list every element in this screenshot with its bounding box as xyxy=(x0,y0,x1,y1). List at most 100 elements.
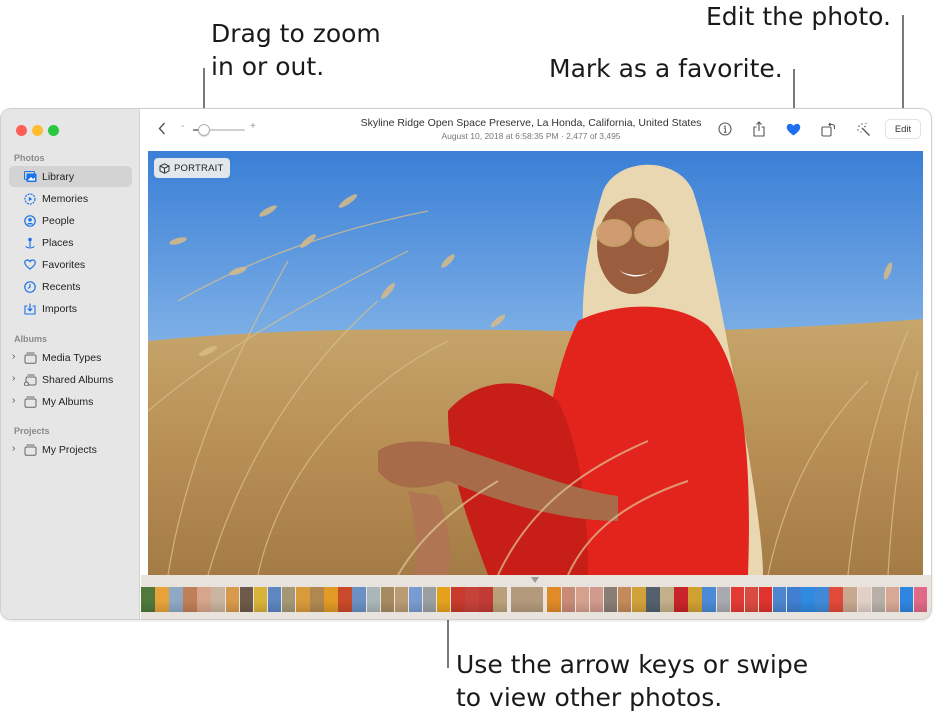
minimize-button[interactable] xyxy=(32,125,43,136)
filmstrip-thumbnail[interactable] xyxy=(815,587,829,612)
filmstrip-thumbnail[interactable] xyxy=(296,587,310,612)
filmstrip-thumbnail[interactable] xyxy=(617,587,632,612)
sidebar-item-media-types[interactable]: › Media Types xyxy=(9,347,132,368)
callout-navigate-line-1: Use the arrow keys or swipe xyxy=(456,650,809,679)
filmstrip-thumbnail[interactable] xyxy=(408,587,423,612)
filmstrip-thumbnail[interactable] xyxy=(730,587,745,612)
rotate-icon xyxy=(820,122,835,137)
filmstrip-thumbnail[interactable] xyxy=(465,587,479,612)
filmstrip-thumbnail[interactable] xyxy=(493,587,507,612)
sidebar-item-label: Media Types xyxy=(42,351,102,364)
sidebar-section-projects: Projects xyxy=(14,426,50,436)
filmstrip-thumbnail[interactable] xyxy=(829,587,843,612)
sidebar-item-shared-albums[interactable]: › Shared Albums xyxy=(9,369,132,390)
auto-enhance-button[interactable] xyxy=(854,120,872,138)
fullscreen-button[interactable] xyxy=(48,125,59,136)
filmstrip-thumbnail[interactable] xyxy=(225,587,240,612)
chevron-right-icon[interactable]: › xyxy=(12,373,15,384)
sidebar-section-photos: Photos xyxy=(14,153,45,163)
filmstrip-thumbnail[interactable] xyxy=(857,587,871,612)
filmstrip-thumbnail[interactable] xyxy=(183,587,197,612)
filmstrip-thumbnail[interactable] xyxy=(338,587,352,612)
filmstrip-thumbnail[interactable] xyxy=(310,587,324,612)
close-button[interactable] xyxy=(16,125,27,136)
rotate-button[interactable] xyxy=(819,120,837,138)
filmstrip-thumbnail[interactable] xyxy=(422,587,437,612)
filmstrip-thumbnail[interactable] xyxy=(913,587,928,612)
filmstrip-thumbnail[interactable] xyxy=(281,587,296,612)
filmstrip-thumbnail[interactable] xyxy=(141,587,155,612)
filmstrip-thumbnail[interactable] xyxy=(436,587,451,612)
photo-date-count: August 10, 2018 at 6:58:35 PM · 2,477 of… xyxy=(441,131,621,141)
sidebar-item-my-albums[interactable]: › My Albums xyxy=(9,391,132,412)
filmstrip-thumbnail[interactable] xyxy=(688,587,702,612)
callout-edit: Edit the photo. xyxy=(706,2,891,31)
filmstrip-thumbnail[interactable] xyxy=(547,587,561,612)
chevron-right-icon[interactable]: › xyxy=(12,443,15,454)
filmstrip-thumbnail-current[interactable] xyxy=(511,587,544,612)
magic-wand-icon xyxy=(856,122,870,136)
share-icon xyxy=(753,121,765,137)
edit-button[interactable]: Edit xyxy=(885,119,921,139)
people-icon xyxy=(23,214,37,228)
filmstrip-thumbnail[interactable] xyxy=(211,587,225,612)
filmstrip-thumbnail[interactable] xyxy=(239,587,254,612)
filmstrip-thumbnail[interactable] xyxy=(899,587,914,612)
zoom-out-icon[interactable]: - xyxy=(181,121,184,132)
filmstrip-thumbnail[interactable] xyxy=(744,587,759,612)
callout-edit-leader xyxy=(902,15,904,121)
sidebar-item-favorites[interactable]: Favorites xyxy=(9,254,132,275)
back-button[interactable] xyxy=(155,119,169,137)
portrait-badge[interactable]: PORTRAIT xyxy=(154,158,231,178)
filmstrip-thumbnail[interactable] xyxy=(267,587,282,612)
filmstrip-thumbnail[interactable] xyxy=(758,587,773,612)
filmstrip-thumbnail[interactable] xyxy=(155,587,169,612)
info-button[interactable] xyxy=(716,120,734,138)
filmstrip-thumbnail[interactable] xyxy=(366,587,380,612)
filmstrip-thumbnail[interactable] xyxy=(253,587,268,612)
filmstrip-thumbnail[interactable] xyxy=(169,587,183,612)
chevron-left-icon xyxy=(158,122,166,134)
sidebar-item-library[interactable]: Library xyxy=(9,166,132,187)
chevron-right-icon[interactable]: › xyxy=(12,395,15,406)
filmstrip-thumbnail[interactable] xyxy=(451,587,465,612)
filmstrip[interactable] xyxy=(141,575,931,619)
sidebar-item-places[interactable]: Places xyxy=(9,232,132,253)
filmstrip-thumbnail[interactable] xyxy=(380,587,395,612)
filmstrip-thumbnail[interactable] xyxy=(787,587,801,612)
filmstrip-thumbnail[interactable] xyxy=(632,587,646,612)
main-photo[interactable]: PORTRAIT xyxy=(148,151,923,575)
sidebar-item-memories[interactable]: Memories xyxy=(9,188,132,209)
sidebar-item-my-projects[interactable]: › My Projects xyxy=(9,439,132,460)
filmstrip-thumbnail[interactable] xyxy=(561,587,576,612)
favorite-button[interactable] xyxy=(784,120,802,138)
chevron-right-icon[interactable]: › xyxy=(12,351,15,362)
filmstrip-thumbnail[interactable] xyxy=(772,587,787,612)
filmstrip-thumbnail[interactable] xyxy=(479,587,493,612)
filmstrip-thumbnail[interactable] xyxy=(801,587,815,612)
photo-location-title: Skyline Ridge Open Space Preserve, La Ho… xyxy=(360,117,702,129)
zoom-in-icon[interactable]: + xyxy=(250,121,256,132)
sidebar-item-recents[interactable]: Recents xyxy=(9,276,132,297)
filmstrip-thumbnail[interactable] xyxy=(603,587,618,612)
filmstrip-thumbnail[interactable] xyxy=(702,587,716,612)
filmstrip-thumbnail[interactable] xyxy=(197,587,211,612)
share-button[interactable] xyxy=(750,120,768,138)
filmstrip-thumbnail[interactable] xyxy=(885,587,900,612)
zoom-slider-knob[interactable] xyxy=(198,124,211,136)
filmstrip-thumbnail[interactable] xyxy=(352,587,366,612)
cube-icon xyxy=(159,162,170,174)
filmstrip-thumbnail[interactable] xyxy=(660,587,674,612)
filmstrip-thumbnail[interactable] xyxy=(716,587,731,612)
zoom-slider[interactable]: - + xyxy=(181,121,259,136)
filmstrip-thumbnail[interactable] xyxy=(674,587,688,612)
filmstrip-thumbnail[interactable] xyxy=(324,587,338,612)
filmstrip-thumbnail[interactable] xyxy=(843,587,857,612)
filmstrip-thumbnail[interactable] xyxy=(871,587,886,612)
filmstrip-thumbnail[interactable] xyxy=(646,587,660,612)
filmstrip-thumbnail[interactable] xyxy=(589,587,604,612)
sidebar-item-people[interactable]: People xyxy=(9,210,132,231)
sidebar-item-imports[interactable]: Imports xyxy=(9,298,132,319)
filmstrip-thumbnail[interactable] xyxy=(394,587,409,612)
filmstrip-thumbnail[interactable] xyxy=(575,587,590,612)
